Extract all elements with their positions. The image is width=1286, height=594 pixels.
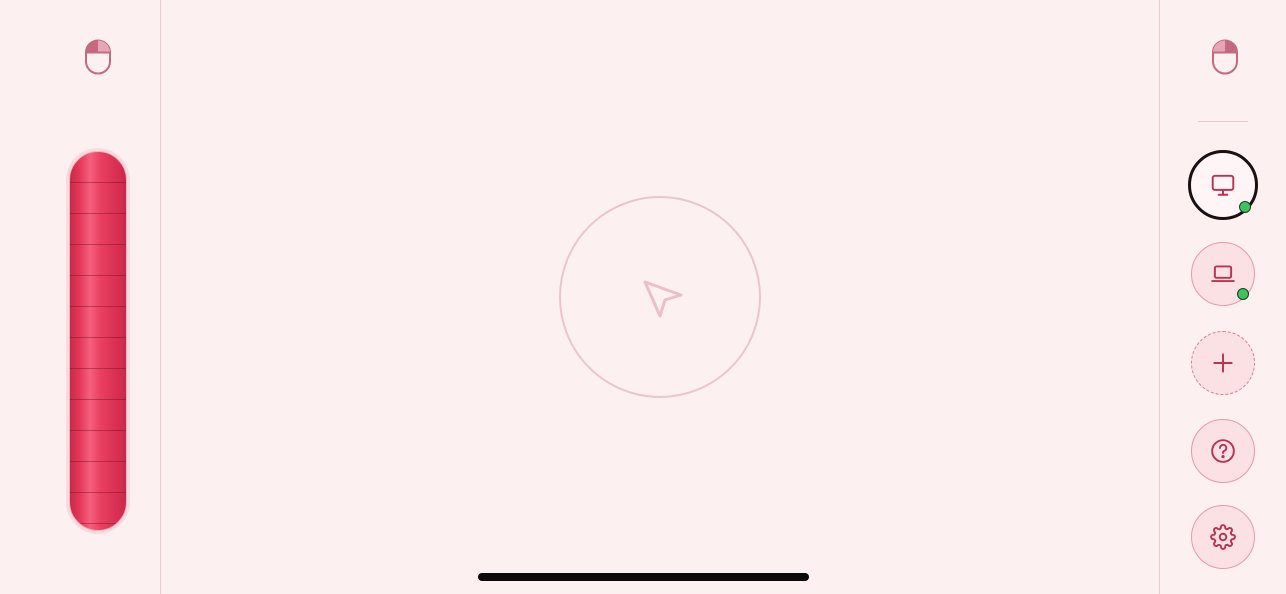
device-button-desktop[interactable] — [1188, 150, 1258, 220]
home-indicator — [478, 573, 809, 581]
cursor-arrow-icon — [643, 280, 683, 318]
device-button-laptop[interactable] — [1191, 242, 1255, 306]
online-status-dot — [1239, 201, 1251, 213]
help-icon — [1211, 439, 1235, 463]
help-button[interactable] — [1191, 419, 1255, 483]
divider — [1198, 121, 1248, 122]
plus-icon — [1213, 353, 1233, 373]
laptop-icon — [1211, 265, 1235, 283]
left-panel — [0, 0, 161, 594]
scroll-wheel-track[interactable] — [69, 151, 127, 531]
trackpad[interactable] — [559, 196, 761, 398]
monitor-icon — [1211, 174, 1235, 196]
mouse-icon — [1212, 39, 1238, 75]
add-device-button[interactable] — [1191, 331, 1255, 395]
settings-button[interactable] — [1191, 505, 1255, 569]
online-status-dot — [1237, 288, 1249, 300]
scroll-wheel[interactable] — [66, 148, 130, 534]
right-panel — [1159, 0, 1286, 594]
gear-icon — [1210, 524, 1236, 550]
mouse-icon — [85, 39, 111, 75]
